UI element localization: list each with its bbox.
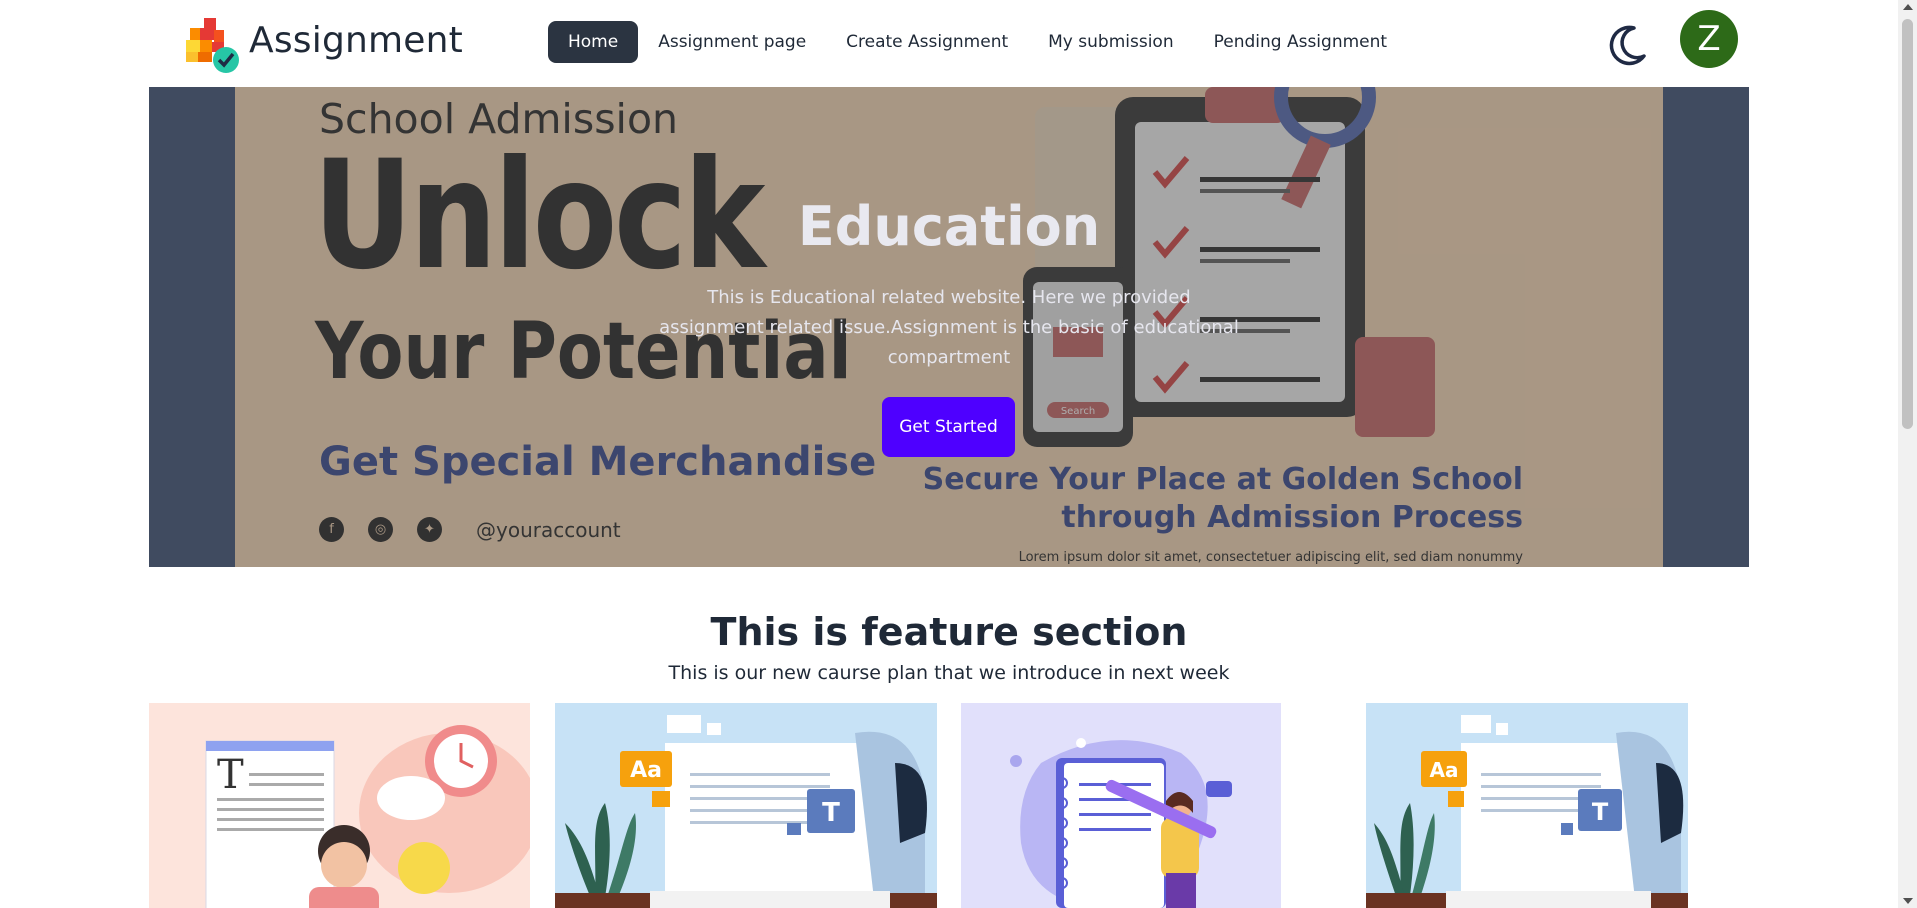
feature-card-3[interactable] <box>961 703 1281 908</box>
card4-aa-label: Aa <box>1430 758 1459 782</box>
hero-title: Education <box>797 195 1101 258</box>
assignment-logo-icon[interactable] <box>186 18 240 74</box>
nav-item-my-submission[interactable]: My submission <box>1028 21 1193 63</box>
card2-aa-label: Aa <box>630 758 662 783</box>
feature-section-title: This is feature section <box>710 610 1188 654</box>
scrollbar-thumb[interactable] <box>1902 19 1913 429</box>
feature-card-4[interactable]: Aa T <box>1366 703 1688 908</box>
notebook-writer-illustration <box>1010 738 1232 908</box>
word-teams-illustration-2: Aa T <box>1366 715 1688 908</box>
nav-item-pending-assignment[interactable]: Pending Assignment <box>1194 21 1407 63</box>
get-started-button[interactable]: Get Started <box>882 397 1015 457</box>
page-scrollbar[interactable] <box>1898 0 1917 908</box>
scroll-down-arrow-icon[interactable] <box>1903 898 1913 904</box>
feature-card-2[interactable]: Aa T <box>555 703 937 908</box>
hero-content: Education This is Educational related we… <box>149 87 1749 567</box>
student-idea-illustration: T <box>205 725 530 908</box>
card4-t-label: T <box>1592 798 1609 826</box>
card2-t-label: T <box>822 798 840 828</box>
word-teams-illustration: Aa T <box>555 715 937 908</box>
moon-icon[interactable] <box>1604 22 1650 68</box>
svg-text:T: T <box>217 752 244 798</box>
feature-section-subtitle: This is our new caurse plan that we intr… <box>668 662 1230 684</box>
nav-item-home[interactable]: Home <box>548 21 639 63</box>
main-nav: Home Assignment page Create Assignment M… <box>548 21 1407 63</box>
brand-name[interactable]: Assignment <box>249 20 463 61</box>
hero-description: This is Educational related website. Her… <box>659 287 1239 368</box>
scroll-up-arrow-icon[interactable] <box>1903 4 1913 10</box>
nav-item-assignment-page[interactable]: Assignment page <box>638 21 826 63</box>
nav-item-create-assignment[interactable]: Create Assignment <box>826 21 1028 63</box>
navbar: Assignment Home Assignment page Create A… <box>0 0 1898 87</box>
feature-card-1[interactable]: T <box>149 703 530 908</box>
hero-section: School Admission Unlock Your Potential G… <box>149 87 1749 567</box>
user-avatar[interactable]: Z <box>1680 10 1738 68</box>
